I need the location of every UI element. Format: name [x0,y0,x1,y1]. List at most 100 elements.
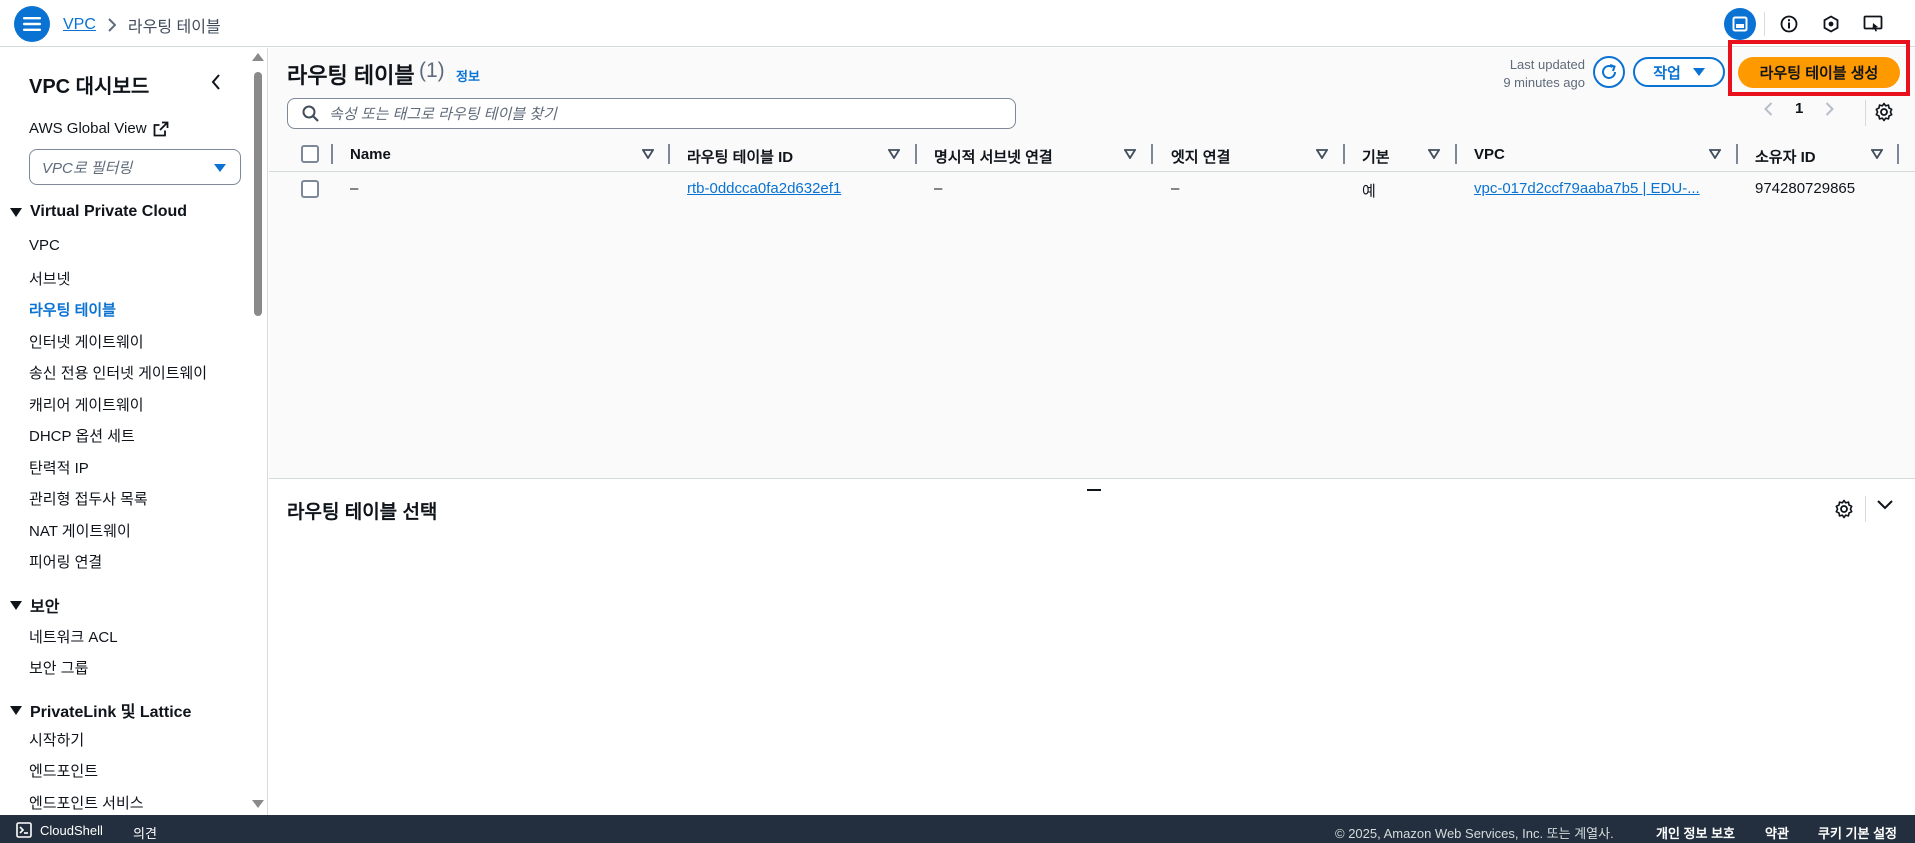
sidebar-item-dhcp-option-sets[interactable]: DHCP 옵션 세트 [29,425,135,446]
split-panel-divider [269,478,1915,479]
screen-cursor-icon [1863,15,1883,32]
caret-down-icon [10,207,22,217]
feedback-link[interactable]: 의견 [133,823,157,842]
sidebar-item-endpoints[interactable]: 엔드포인트 [29,760,98,781]
sort-icon[interactable] [1709,149,1721,159]
privacy-link[interactable]: 개인 정보 보호 [1656,823,1735,842]
sidebar-item-network-acls[interactable]: 네트워크 ACL [29,626,118,647]
column-header-owner-id[interactable]: 소유자 ID [1755,146,1816,167]
sidebar-item-security-groups[interactable]: 보안 그룹 [29,657,88,678]
terminal-icon [16,822,32,838]
search-input[interactable]: 속성 또는 태그로 라우팅 테이블 찾기 [287,98,1016,129]
gear-icon[interactable] [1874,102,1894,122]
caret-down-icon [10,600,22,610]
search-icon [302,105,319,122]
create-route-table-button[interactable]: 라우팅 테이블 생성 [1738,57,1900,88]
pagination: 1 [1764,100,1835,117]
sort-icon[interactable] [642,149,654,159]
sort-icon[interactable] [1428,149,1440,159]
chevron-left-icon[interactable] [1764,101,1773,116]
refresh-button[interactable] [1593,56,1625,88]
cell-explicit-subnet: – [934,180,943,197]
scroll-up-arrow-icon[interactable] [252,53,264,61]
sidebar-item-nat-gateways[interactable]: NAT 게이트웨이 [29,520,131,541]
column-header-name[interactable]: Name [350,146,391,163]
chevron-right-icon[interactable] [1825,101,1835,116]
vpc-filter-select[interactable]: VPC로 필터링 [29,149,241,185]
hamburger-icon [23,17,41,31]
cell-name: – [350,180,359,197]
sidebar-title[interactable]: VPC 대시보드 [29,70,149,99]
sidebar-scrollbar-thumb[interactable] [254,72,262,316]
aws-global-view-link[interactable]: AWS Global View [29,120,169,137]
sidebar-item-route-tables[interactable]: 라우팅 테이블 [29,299,116,320]
sidebar-collapse-button[interactable] [206,70,226,94]
info-icon [1780,15,1798,33]
breadcrumb: VPC 라우팅 테이블 [63,13,221,37]
column-header-vpc[interactable]: VPC [1474,146,1505,163]
select-all-checkbox[interactable] [301,145,319,163]
sidebar-item-internet-gateways[interactable]: 인터넷 게이트웨이 [29,331,144,352]
column-divider [1897,144,1899,164]
column-header-main[interactable]: 기본 [1362,146,1390,167]
sidebar-item-managed-prefix-lists[interactable]: 관리형 접두사 목록 [29,488,148,509]
cell-vpc-link[interactable]: vpc-017d2ccf79aaba7b5 | EDU-... [1474,180,1700,197]
column-header-edge[interactable]: 엣지 연결 [1171,146,1230,167]
menu-button[interactable] [14,6,50,42]
gear-icon[interactable] [1834,499,1854,519]
row-checkbox[interactable] [301,180,319,198]
scroll-down-arrow-icon[interactable] [252,800,264,808]
actions-dropdown-button[interactable]: 작업 [1633,57,1725,87]
chevron-down-icon[interactable] [1877,500,1893,510]
column-divider [915,144,917,164]
actions-label: 작업 [1653,64,1681,82]
sort-icon[interactable] [1871,149,1883,159]
split-panel-title: 라우팅 테이블 선택 [287,502,438,523]
breadcrumb-current: 라우팅 테이블 [127,19,221,36]
section-security[interactable]: 보안 [10,593,59,617]
cloudshell-label: CloudShell [40,822,103,838]
sidebar-item-endpoint-services[interactable]: 엔드포인트 서비스 [29,792,144,813]
search-placeholder: 속성 또는 태그로 라우팅 테이블 찾기 [329,106,557,123]
sidebar-item-peering-connections[interactable]: 피어링 연결 [29,551,102,572]
section-label: 보안 [30,599,60,616]
column-divider [1343,144,1345,164]
cookie-preferences-link[interactable]: 쿠키 기본 설정 [1818,823,1897,842]
sidebar-item-elastic-ips[interactable]: 탄력적 IP [29,457,89,478]
sidebar-item-getting-started[interactable]: 시작하기 [29,729,84,750]
cell-edge: – [1171,180,1180,197]
section-label: Virtual Private Cloud [30,203,188,220]
info-link[interactable]: 정보 [456,66,480,85]
panel-toggle-button[interactable] [1724,8,1756,40]
divider [1865,496,1866,522]
sort-icon[interactable] [888,149,900,159]
terms-link[interactable]: 약관 [1765,823,1789,842]
item-count: (1) [419,59,445,82]
external-link-icon [153,121,168,136]
column-header-explicit-subnet[interactable]: 명시적 서브넷 연결 [934,146,1053,167]
page-number[interactable]: 1 [1795,100,1803,117]
divider [1865,100,1866,126]
split-panel-resize-handle[interactable] [1087,489,1101,491]
cell-main: 예 [1362,183,1376,200]
section-virtual-private-cloud[interactable]: Virtual Private Cloud [10,203,187,221]
side-navigation: VPC 대시보드 AWS Global View VPC로 필터링 Virtua… [0,48,268,815]
top-navigation: VPC 라우팅 테이블 [0,0,1915,47]
copyright-text: © 2025, Amazon Web Services, Inc. 또는 계열사… [1335,826,1614,841]
assistant-button[interactable] [1813,8,1849,40]
section-privatelink-lattice[interactable]: PrivateLink 및 Lattice [10,698,191,722]
sidebar-item-egress-only-igw[interactable]: 송신 전용 인터넷 게이트웨이 [29,362,207,383]
column-divider [668,144,670,164]
sort-icon[interactable] [1124,149,1136,159]
cloudshell-button[interactable]: CloudShell [16,822,103,838]
sort-icon[interactable] [1316,149,1328,159]
section-label: PrivateLink 및 Lattice [30,704,192,721]
sidebar-item-subnets[interactable]: 서브넷 [29,268,70,289]
feedback-button[interactable] [1855,8,1891,40]
info-button[interactable] [1771,8,1807,40]
sidebar-item-carrier-gateways[interactable]: 캐리어 게이트웨이 [29,394,144,415]
breadcrumb-vpc-link[interactable]: VPC [63,16,96,34]
column-header-route-table-id[interactable]: 라우팅 테이블 ID [687,146,793,167]
sidebar-item-vpc[interactable]: VPC [29,237,60,254]
cell-route-table-id-link[interactable]: rtb-0ddcca0fa2d632ef1 [687,180,841,197]
